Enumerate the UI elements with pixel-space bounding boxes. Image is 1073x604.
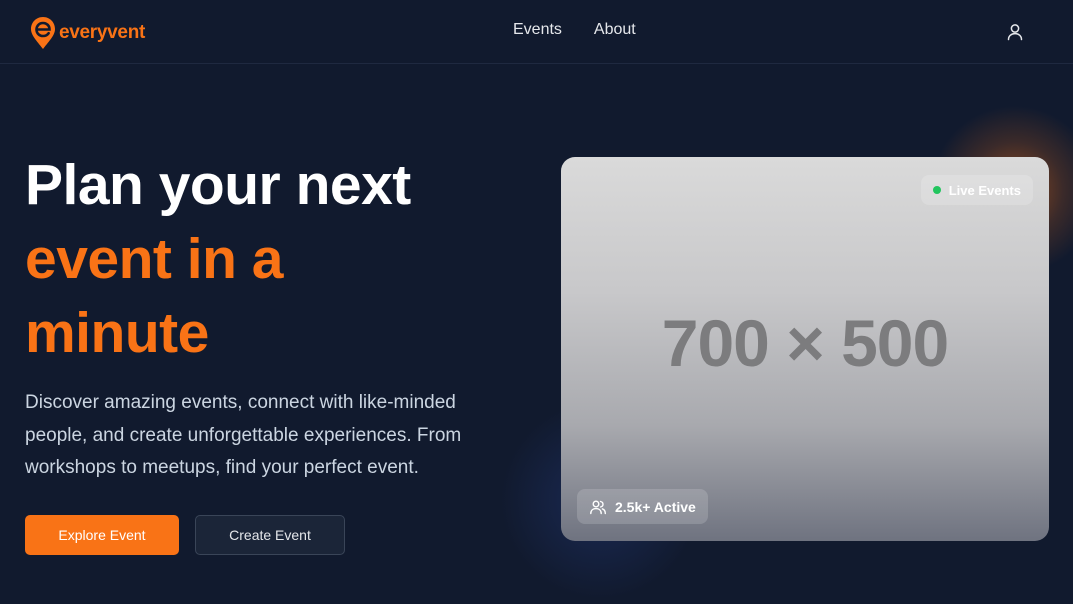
nav-link-about[interactable]: About (594, 21, 636, 39)
hero-title-line-1: Plan your next (25, 153, 411, 217)
hero-title-line-3: minute (25, 301, 209, 365)
hero-title-line-2: event in a (25, 227, 283, 291)
live-events-label: Live Events (948, 182, 1021, 198)
hero-title: Plan your next event in a minute (25, 148, 545, 370)
main-nav: Events About (513, 21, 636, 39)
users-icon (590, 500, 606, 514)
hero-description: Discover amazing events, connect with li… (25, 392, 462, 478)
brand-logo[interactable]: everyvent (30, 15, 145, 51)
explore-event-button[interactable]: Explore Event (25, 515, 179, 555)
nav-link-events[interactable]: Events (513, 21, 562, 39)
brand-name: everyvent (59, 22, 146, 43)
location-pin-logo-icon (31, 17, 55, 49)
hero-image-card: 700 × 500 Live Events 2.5k+ Active (561, 157, 1049, 541)
image-placeholder-text: 700 × 500 (661, 306, 949, 380)
create-event-button[interactable]: Create Event (195, 515, 345, 555)
site-header: everyvent Events About (0, 0, 1073, 64)
user-icon[interactable] (1004, 21, 1026, 43)
active-users-label: 2.5k+ Active (615, 498, 696, 515)
live-status-dot-icon (932, 186, 941, 194)
live-events-badge: Live Events (920, 175, 1033, 205)
active-users-badge: 2.5k+ Active (577, 489, 708, 524)
page: everyvent Events About Plan your next ev… (0, 0, 1073, 604)
